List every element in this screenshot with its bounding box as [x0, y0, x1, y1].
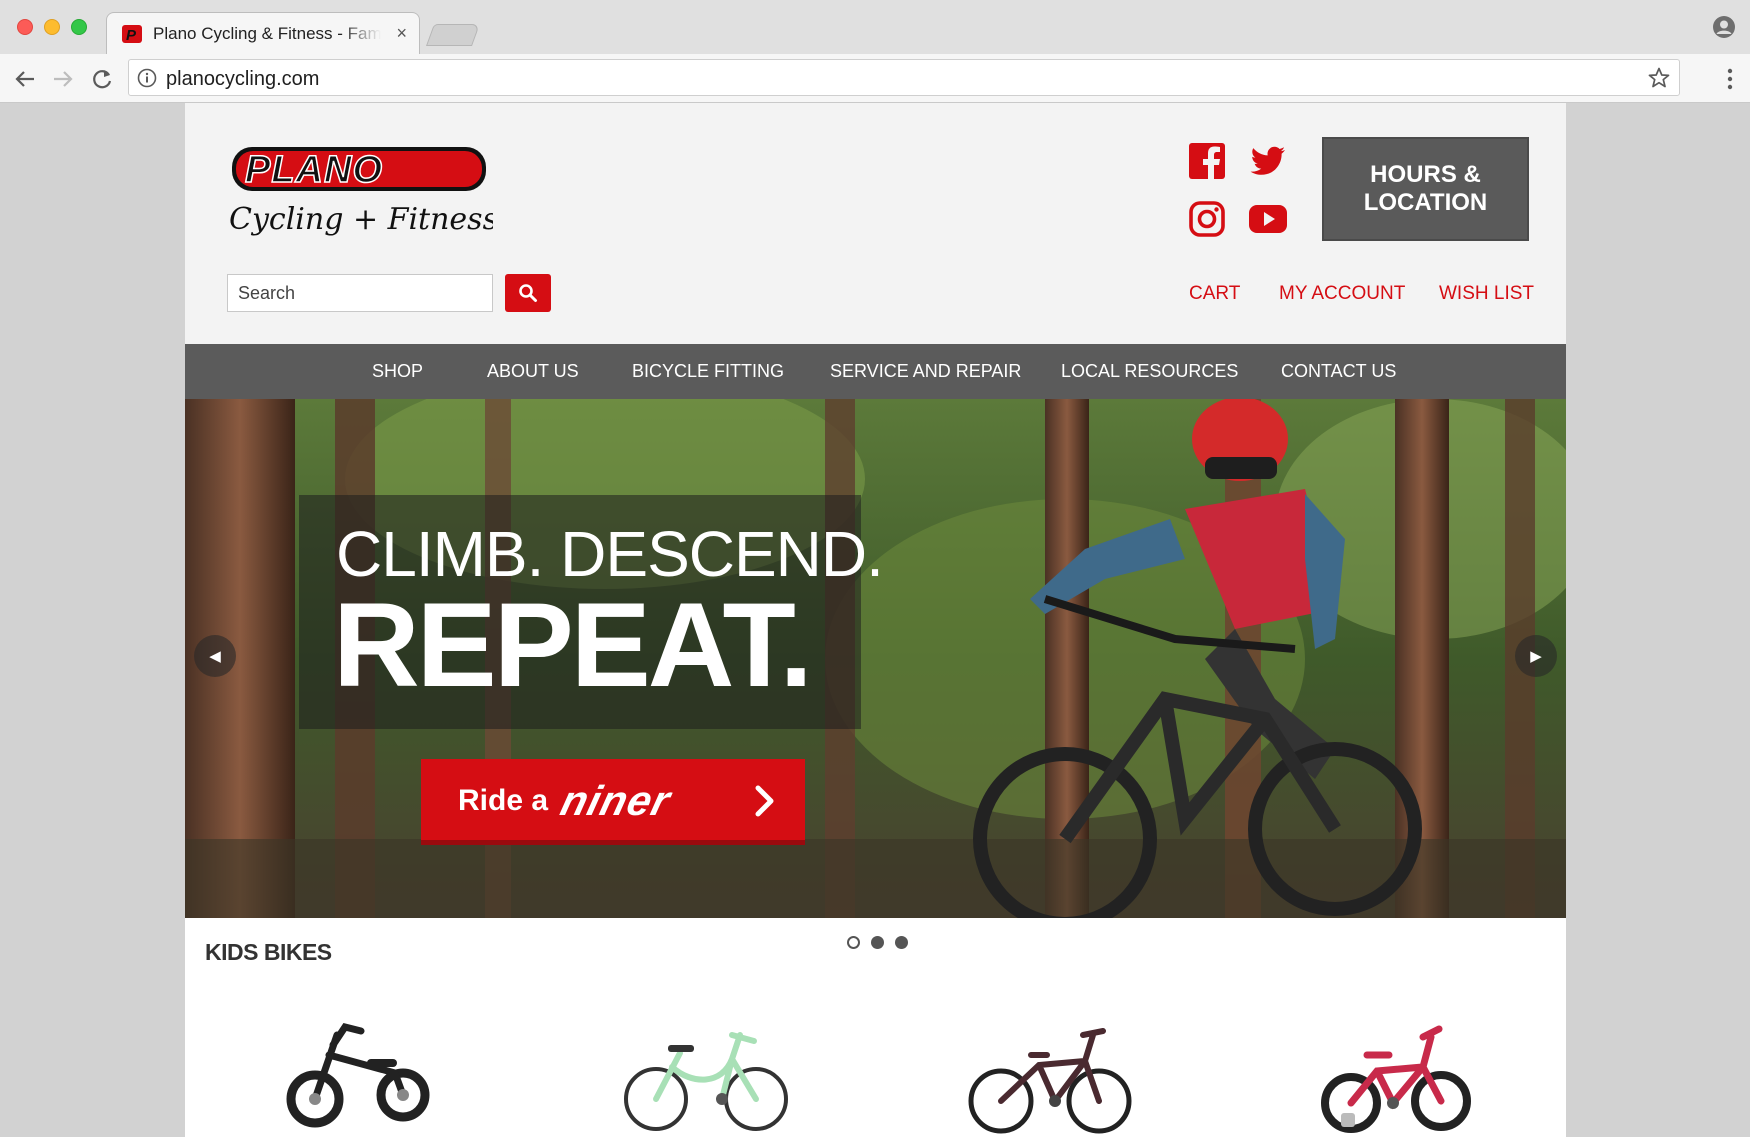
my-account-link[interactable]: MY ACCOUNT	[1279, 283, 1405, 305]
tab-title: Plano Cycling & Fitness - Family Owned B…	[153, 24, 381, 43]
product-cruiser-bike-image[interactable]	[622, 1015, 792, 1137]
browser-tab-active[interactable]: P Plano Cycling & Fitness - Family Owned…	[106, 12, 420, 54]
instagram-icon[interactable]	[1187, 199, 1227, 239]
site-container: PLANO Cycling + Fitness Search HOURS & L…	[185, 103, 1566, 1137]
bookmark-star-icon[interactable]	[1647, 66, 1671, 90]
slider-dot-2[interactable]	[871, 936, 884, 949]
site-favicon-icon: P	[122, 25, 142, 44]
nav-item-local-resources[interactable]: LOCAL RESOURCES	[1061, 361, 1238, 382]
browser-toolbar: planocycling.com	[0, 54, 1750, 103]
hero-headline-line2: REPEAT.	[333, 578, 813, 712]
info-icon[interactable]	[137, 68, 157, 88]
main-navigation: SHOP ABOUT US BICYCLE FITTING SERVICE AN…	[185, 344, 1566, 399]
slider-prev-button[interactable]: ◀	[194, 635, 236, 677]
search-button[interactable]	[505, 274, 551, 312]
url-text: planocycling.com	[166, 68, 320, 90]
window-close-button[interactable]	[17, 19, 33, 35]
slider-dot-3[interactable]	[895, 936, 908, 949]
hours-location-label: HOURS & LOCATION	[1363, 161, 1488, 216]
svg-text:PLANO: PLANO	[245, 149, 383, 191]
chevron-right-icon	[755, 785, 774, 817]
cart-link[interactable]: CART	[1189, 283, 1240, 305]
page-viewport: PLANO Cycling + Fitness Search HOURS & L…	[0, 103, 1750, 1137]
tab-close-icon[interactable]: ×	[396, 23, 407, 44]
slider-dot-1[interactable]	[847, 936, 860, 949]
hero-slider: CLIMB. DESCEND. REPEAT. Ride a niner ◀ ▶	[185, 399, 1566, 918]
product-balance-bike-image[interactable]	[275, 1015, 445, 1137]
product-kids-bike-pink-image[interactable]	[1311, 1015, 1481, 1137]
product-mountain-bike-image[interactable]	[965, 1015, 1135, 1137]
forward-icon[interactable]	[48, 64, 78, 94]
browser-tab-strip: P Plano Cycling & Fitness - Family Owned…	[0, 0, 1750, 54]
nav-item-shop[interactable]: SHOP	[372, 361, 423, 382]
wish-list-link[interactable]: WISH LIST	[1439, 283, 1534, 305]
site-header: PLANO Cycling + Fitness Search HOURS & L…	[185, 103, 1566, 344]
back-icon[interactable]	[10, 64, 40, 94]
svg-text:P: P	[126, 27, 137, 44]
hero-headline-panel: CLIMB. DESCEND. REPEAT.	[299, 495, 884, 729]
niner-brand-logo: niner	[556, 777, 676, 824]
ride-niner-button[interactable]: Ride a niner	[421, 759, 805, 845]
nav-item-service-repair[interactable]: SERVICE AND REPAIR	[830, 361, 1021, 382]
svg-text:Cycling + Fitness: Cycling + Fitness	[229, 202, 493, 237]
browser-menu-icon[interactable]	[1720, 65, 1740, 93]
twitter-icon[interactable]	[1248, 141, 1288, 181]
cta-prefix-text: Ride a	[458, 784, 549, 817]
section-title-kids-bikes: KIDS BIKES	[205, 939, 332, 965]
window-zoom-button[interactable]	[71, 19, 87, 35]
search-input[interactable]	[227, 274, 493, 312]
new-tab-button[interactable]	[425, 24, 481, 46]
search-icon	[519, 284, 537, 302]
nav-item-about-us[interactable]: ABOUT US	[487, 361, 579, 382]
nav-item-contact-us[interactable]: CONTACT US	[1281, 361, 1396, 382]
reload-icon[interactable]	[87, 64, 117, 94]
hours-location-button[interactable]: HOURS & LOCATION	[1322, 137, 1529, 241]
facebook-icon[interactable]	[1187, 141, 1227, 181]
address-bar[interactable]: planocycling.com	[128, 59, 1680, 96]
window-minimize-button[interactable]	[44, 19, 60, 35]
profile-icon[interactable]	[1712, 15, 1736, 39]
nav-item-bicycle-fitting[interactable]: BICYCLE FITTING	[632, 361, 784, 382]
slider-next-button[interactable]: ▶	[1515, 635, 1557, 677]
plano-logo[interactable]: PLANO Cycling + Fitness	[227, 141, 493, 241]
youtube-icon[interactable]	[1248, 199, 1288, 239]
